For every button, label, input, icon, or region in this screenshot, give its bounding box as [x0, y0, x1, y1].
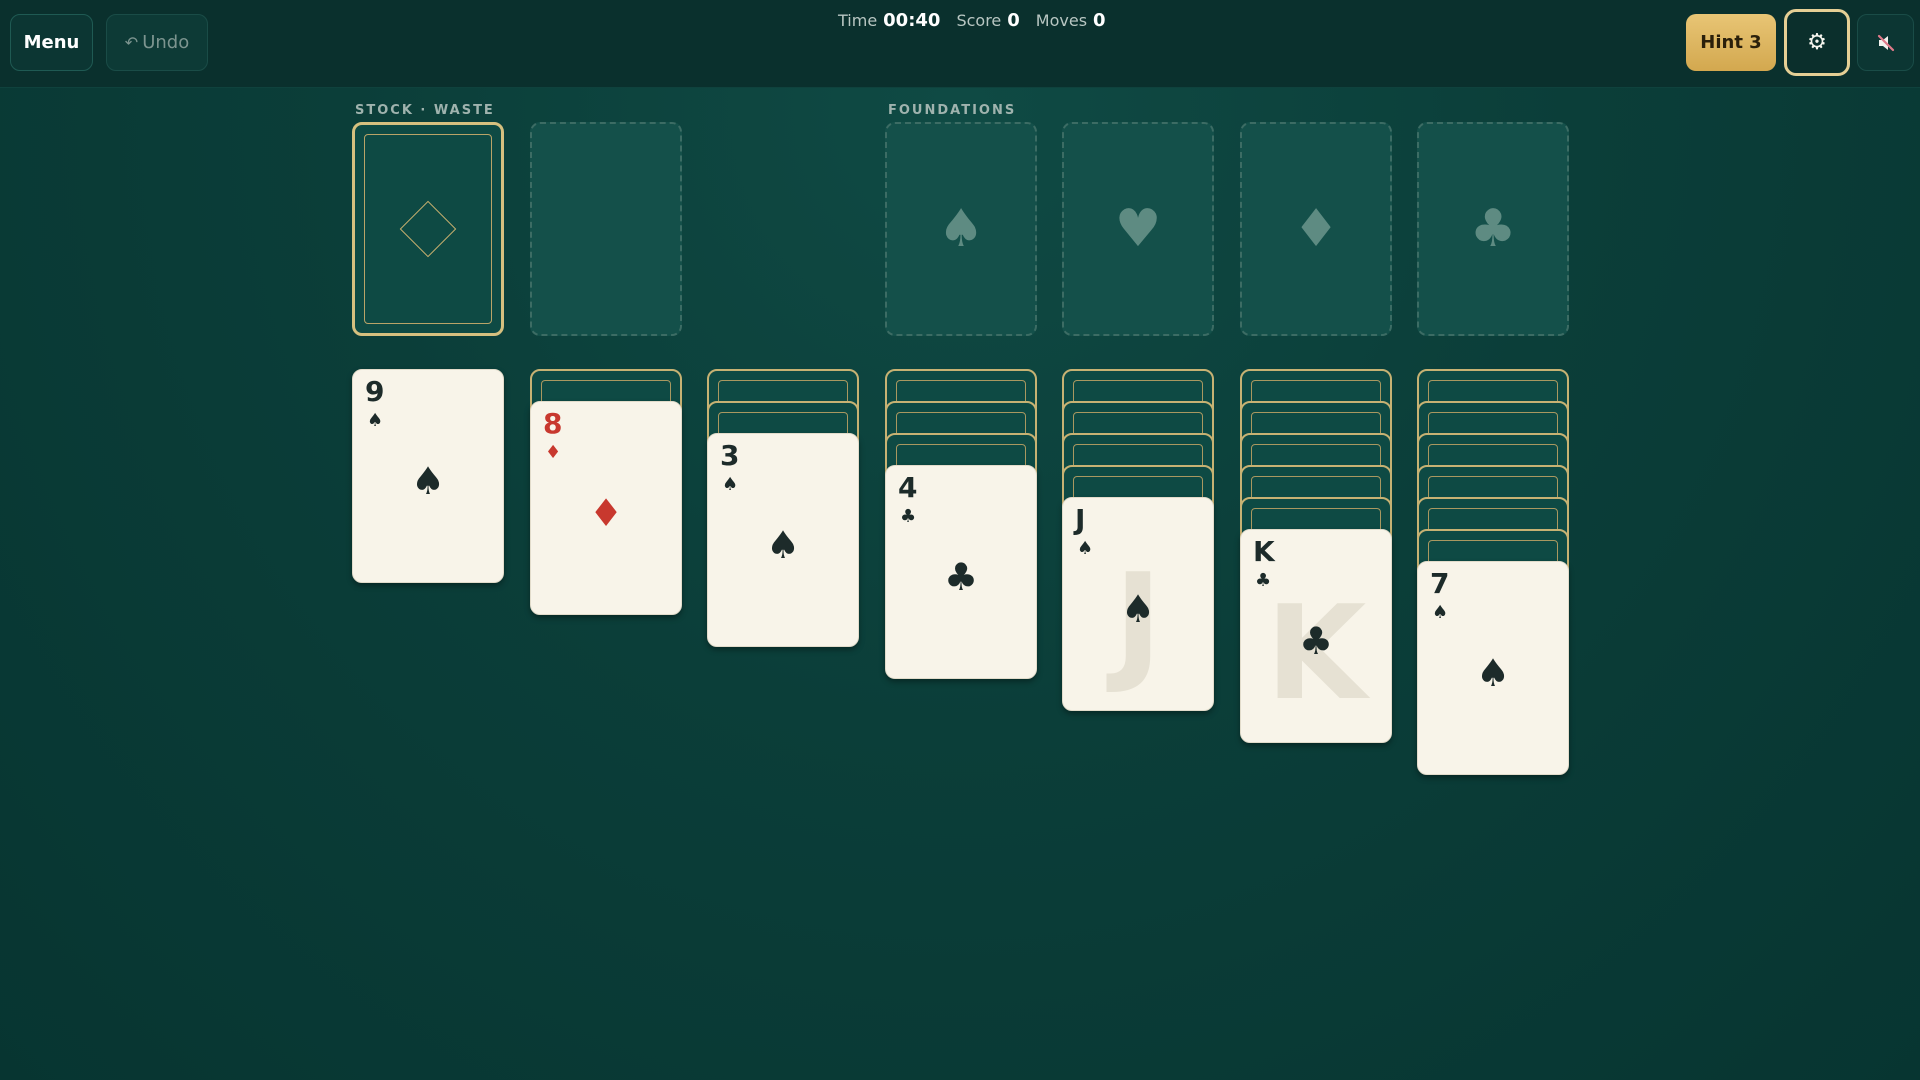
score-value: 0 [1007, 10, 1020, 31]
gear-icon: ⚙ [1807, 30, 1827, 55]
spade-icon: ♠ [1475, 651, 1511, 695]
hint-button[interactable]: Hint 3 [1686, 14, 1776, 71]
menu-button-label: Menu [23, 32, 80, 53]
foundations-label: FOUNDATIONS [888, 103, 1017, 118]
card-rank: 8 [543, 407, 563, 440]
stock-pile[interactable] [352, 122, 504, 336]
settings-button[interactable]: ⚙ [1784, 9, 1850, 76]
time-stat: Time 00:40 [838, 10, 940, 31]
card-3-of-spades[interactable]: 3 ♠ ♠ [707, 433, 859, 647]
club-icon: ♣ [1255, 570, 1272, 591]
card-4-of-clubs[interactable]: 4 ♣ ♣ [885, 465, 1037, 679]
foundation-diamonds[interactable]: ♦ [1240, 122, 1392, 336]
foundation-clubs[interactable]: ♣ [1417, 122, 1569, 336]
foundation-hearts[interactable]: ♥ [1062, 122, 1214, 336]
spade-icon: ♠ [367, 410, 384, 431]
card-8-of-diamonds[interactable]: 8 ♦ ♦ [530, 401, 682, 615]
score-label: Score [956, 11, 1002, 30]
diamond-icon: ♦ [588, 491, 624, 535]
foundation-spades[interactable]: ♠ [885, 122, 1037, 336]
undo-button[interactable]: ↶ Undo [106, 14, 208, 71]
heart-icon: ♥ [1114, 199, 1162, 259]
top-bar: Menu ↶ Undo Time 00:40 Score 0 Moves 0 Hint… [0, 0, 1920, 88]
undo-icon: ↶ [124, 33, 139, 52]
spade-icon: ♠ [1120, 587, 1156, 631]
time-label: Time [838, 11, 878, 30]
moves-label: Moves [1035, 11, 1088, 30]
moves-stat: Moves 0 [1036, 10, 1106, 31]
club-icon: ♣ [900, 506, 917, 527]
time-value: 00:40 [883, 10, 941, 31]
card-rank: 4 [898, 471, 918, 504]
spade-icon: ♠ [765, 523, 801, 567]
spade-icon: ♠ [410, 459, 446, 503]
waste-pile[interactable] [530, 122, 682, 336]
club-icon: ♣ [943, 555, 979, 599]
club-icon: ♣ [1469, 199, 1517, 259]
undo-button-label: Undo [142, 32, 190, 53]
spade-icon: ♠ [1077, 538, 1094, 559]
spade-icon: ♠ [1432, 602, 1449, 623]
diamond-icon: ♦ [545, 442, 562, 463]
spade-icon: ♠ [937, 199, 985, 259]
card-9-of-spades[interactable]: 9 ♠ ♠ [352, 369, 504, 583]
spade-icon: ♠ [722, 474, 739, 495]
card-rank: K [1253, 535, 1275, 568]
diamond-icon: ♦ [1292, 199, 1340, 259]
card-7-of-spades[interactable]: 7 ♠ ♠ [1417, 561, 1569, 775]
moves-value: 0 [1093, 10, 1106, 31]
speaker-muted-icon [1877, 34, 1894, 51]
stock-waste-label: STOCK · WASTE [355, 103, 495, 118]
menu-button[interactable]: Menu [10, 14, 93, 71]
card-rank: J [1075, 503, 1086, 536]
card-k-of-clubs[interactable]: K K ♣ ♣ [1240, 529, 1392, 743]
game-stats: Time 00:40 Score 0 Moves 0 [838, 10, 1106, 36]
card-rank: 7 [1430, 567, 1450, 600]
score-stat: Score 0 [956, 10, 1019, 31]
card-j-of-spades[interactable]: J J ♠ ♠ [1062, 497, 1214, 711]
mute-button[interactable] [1857, 14, 1914, 71]
hint-button-label: Hint 3 [1700, 32, 1762, 53]
club-icon: ♣ [1298, 619, 1334, 663]
card-rank: 3 [720, 439, 740, 472]
card-rank: 9 [365, 375, 385, 408]
